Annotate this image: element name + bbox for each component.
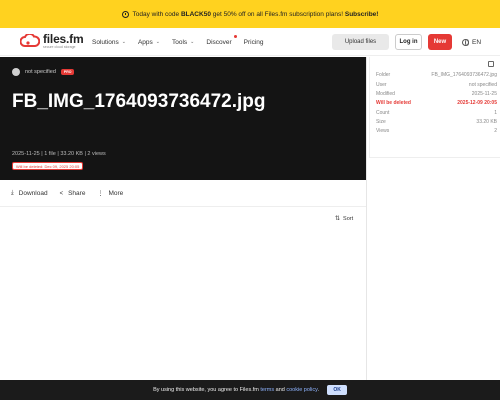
panel-divider bbox=[366, 57, 367, 380]
cloud-logo-icon bbox=[20, 34, 40, 48]
sort-label: Sort bbox=[343, 215, 354, 222]
main-menu: Solutions ⌄ Apps ⌄ Tools ⌄ Discover Pric… bbox=[92, 28, 276, 56]
cookie-end: . bbox=[317, 387, 320, 393]
promo-prefix: Today with code bbox=[132, 10, 181, 18]
promo-banner: Today with code BLACK50 get 50% off on a… bbox=[0, 0, 500, 28]
globe-icon bbox=[462, 38, 469, 46]
cookie-policy-link[interactable]: cookie policy bbox=[286, 387, 318, 393]
detail-row-modified: Modified 2025-11-25 bbox=[376, 91, 497, 97]
detail-value: 2025-12-09 20:05 bbox=[457, 100, 497, 106]
detail-row-count: Count 1 bbox=[376, 110, 497, 116]
detail-value: 2 bbox=[494, 128, 497, 134]
promo-code: BLACK50 bbox=[180, 10, 211, 18]
file-header: not specified PRO FB_IMG_1764093736472.j… bbox=[0, 57, 366, 180]
chevron-down-icon: ⌄ bbox=[121, 39, 126, 45]
cookie-text: By using this website, you agree to File… bbox=[153, 387, 261, 393]
detail-row-folder: Folder FB_IMG_1764093736472.jpg bbox=[376, 72, 497, 78]
owner-name: not specified bbox=[25, 69, 56, 75]
more-label: More bbox=[108, 190, 124, 197]
brand-tagline: secure cloud storage bbox=[43, 45, 76, 49]
detail-value: 2025-11-25 bbox=[471, 91, 497, 97]
detail-key: User bbox=[376, 82, 387, 88]
detail-row-views: Views 2 bbox=[376, 128, 497, 134]
file-title: FB_IMG_1764093736472.jpg bbox=[12, 91, 266, 112]
share-button[interactable]: < Share bbox=[60, 190, 86, 197]
detail-key: Will be deleted bbox=[376, 100, 411, 106]
download-label: Download bbox=[18, 190, 48, 197]
chevron-down-icon: ⌄ bbox=[155, 39, 160, 45]
top-nav: files.fm secure cloud storage Solutions … bbox=[0, 28, 500, 56]
menu-tools-label: Tools bbox=[171, 38, 188, 46]
clock-icon bbox=[121, 10, 129, 18]
menu-apps[interactable]: Apps ⌄ bbox=[138, 39, 160, 46]
details-panel: Folder FB_IMG_1764093736472.jpg User not… bbox=[369, 57, 500, 158]
language-selector[interactable]: EN bbox=[462, 34, 481, 50]
brand-name: files.fm bbox=[43, 32, 84, 46]
detail-row-size: Size 33.20 KB bbox=[376, 119, 497, 125]
subscribe-link[interactable]: Subscribe! bbox=[345, 11, 379, 18]
detail-value: 33.20 KB bbox=[476, 119, 497, 125]
detail-value: 1 bbox=[494, 110, 497, 116]
sort-icon: ⇅ bbox=[335, 216, 341, 222]
more-icon: ⋮ bbox=[97, 191, 104, 197]
share-icon: < bbox=[59, 190, 64, 197]
menu-discover-label: Discover bbox=[206, 38, 232, 46]
menu-discover[interactable]: Discover bbox=[206, 34, 237, 46]
logo[interactable]: files.fm secure cloud storage bbox=[20, 32, 84, 50]
download-icon: ⤓ bbox=[11, 190, 14, 196]
language-label: EN bbox=[472, 38, 482, 46]
detail-value: FB_IMG_1764093736472.jpg bbox=[431, 72, 497, 78]
menu-apps-label: Apps bbox=[137, 38, 153, 46]
actions-bar: ⤓ Download < Share ⋮ More bbox=[0, 181, 366, 207]
menu-solutions[interactable]: Solutions ⌄ bbox=[92, 39, 126, 46]
deletion-badge: Will be deleted: Dec 09, 2025 20:05 bbox=[12, 162, 84, 170]
share-label: Share bbox=[68, 190, 86, 197]
chevron-down-icon: ⌄ bbox=[190, 39, 195, 45]
menu-solutions-label: Solutions bbox=[92, 38, 119, 46]
avatar bbox=[12, 68, 20, 76]
login-button[interactable]: Log in bbox=[395, 34, 422, 50]
pro-badge: PRO bbox=[60, 69, 75, 75]
detail-key: Count bbox=[376, 110, 390, 116]
sort-button[interactable]: ⇅ Sort bbox=[335, 215, 354, 223]
detail-key: Modified bbox=[376, 91, 395, 97]
terms-link[interactable]: terms bbox=[260, 387, 274, 393]
detail-key: Size bbox=[376, 119, 386, 125]
external-link-icon[interactable] bbox=[488, 61, 494, 67]
owner-info: not specified PRO bbox=[12, 68, 75, 76]
cookie-ok-button[interactable]: OK bbox=[327, 385, 347, 395]
cookie-and: and bbox=[274, 387, 287, 393]
file-meta: 2025-11-25 | 1 file | 33.20 KB | 2 views bbox=[12, 151, 106, 157]
cookie-bar: By using this website, you agree to File… bbox=[0, 380, 500, 400]
upload-files-button[interactable]: Upload files bbox=[332, 34, 389, 50]
detail-row-user: User not specified bbox=[376, 82, 497, 88]
promo-text: get 50% off on all Files.fm subscription… bbox=[210, 10, 345, 18]
menu-tools[interactable]: Tools ⌄ bbox=[172, 39, 194, 46]
detail-key: Views bbox=[376, 128, 390, 134]
menu-pricing-label: Pricing bbox=[243, 38, 264, 46]
detail-row-deletion: Will be deleted 2025-12-09 20:05 bbox=[376, 100, 497, 106]
detail-key: Folder bbox=[376, 72, 391, 78]
more-button[interactable]: ⋮ More bbox=[97, 190, 123, 197]
new-button[interactable]: New bbox=[428, 34, 452, 50]
notification-dot bbox=[233, 34, 237, 38]
download-button[interactable]: ⤓ Download bbox=[11, 190, 48, 197]
detail-value: not specified bbox=[468, 82, 497, 88]
menu-pricing[interactable]: Pricing bbox=[244, 39, 264, 46]
